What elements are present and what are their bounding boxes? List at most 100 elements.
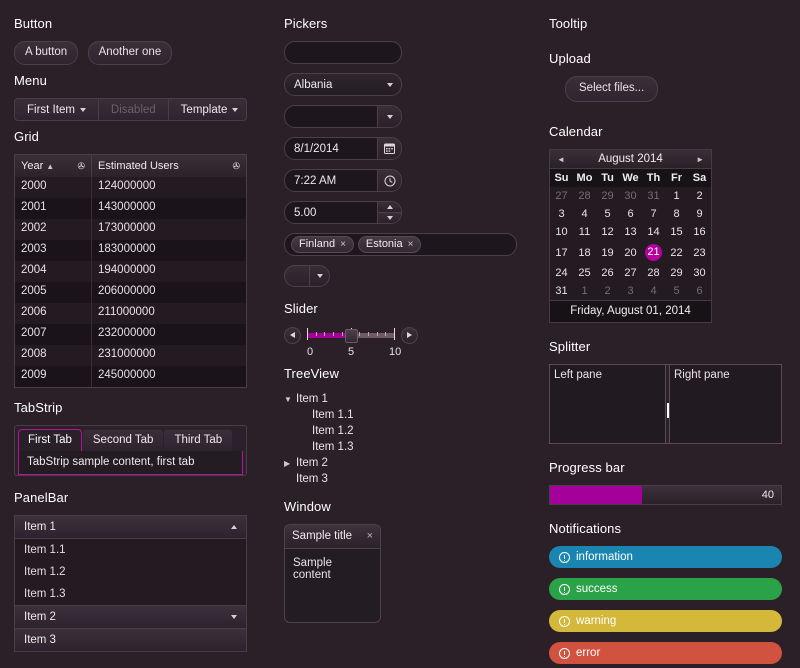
calendar-day-cell[interactable]: 23 <box>688 241 711 264</box>
panelbar-item-3[interactable]: Item 3 <box>15 629 246 651</box>
notification-information[interactable]: information <box>549 546 782 568</box>
a-button[interactable]: A button <box>14 41 79 65</box>
panelbar-item-1[interactable]: Item 1 <box>15 516 246 539</box>
calendar-day-cell[interactable]: 2 <box>596 282 619 300</box>
treeview-node-item-2[interactable]: ▶ Item 2 <box>284 455 521 471</box>
datepicker-value[interactable]: 8/1/2014 <box>285 138 377 159</box>
calendar-day-cell[interactable]: 1 <box>665 187 688 205</box>
numerictextbox-value[interactable]: 5.00 <box>285 202 377 223</box>
calendar-day-cell[interactable]: 25 <box>573 264 596 282</box>
calendar-day-cell[interactable]: 6 <box>688 282 711 300</box>
calendar-day-cell[interactable]: 14 <box>642 223 665 241</box>
calendar-day-cell[interactable]: 2 <box>688 187 711 205</box>
treeview-node-item-1[interactable]: ▼ Item 1 <box>284 391 521 407</box>
table-row[interactable]: 2007 232000000 <box>15 324 246 345</box>
menu-item-template[interactable]: Template <box>169 99 246 120</box>
combobox-toggle-button[interactable] <box>377 106 401 127</box>
combobox-widget[interactable] <box>284 105 402 128</box>
spinner-up-button[interactable] <box>378 202 401 213</box>
calendar-month-title[interactable]: August 2014 <box>598 153 663 165</box>
numerictextbox-widget[interactable]: 5.00 <box>284 201 402 224</box>
close-icon[interactable]: × <box>408 239 414 250</box>
panelbar-subitem-1-2[interactable]: Item 1.2 <box>15 561 246 583</box>
calendar-day-cell[interactable]: 22 <box>665 241 688 264</box>
expand-arrow-icon[interactable]: ▶ <box>284 459 296 468</box>
calendar-day-cell[interactable]: 8 <box>665 205 688 223</box>
calendar-day-cell[interactable]: 16 <box>688 223 711 241</box>
calendar-day-cell[interactable]: 28 <box>573 187 596 205</box>
window-titlebar[interactable]: Sample title × <box>285 525 380 549</box>
slider-increase-button[interactable] <box>401 326 418 344</box>
tab-second[interactable]: Second Tab <box>82 429 164 451</box>
combobox-value[interactable] <box>285 106 377 127</box>
table-row[interactable]: 2002 173000000 <box>15 219 246 240</box>
calendar-day-cell[interactable]: 17 <box>550 241 573 264</box>
filter-icon[interactable]: ✇ <box>232 161 240 172</box>
calendar-day-cell[interactable]: 30 <box>688 264 711 282</box>
panelbar-subitem-1-1[interactable]: Item 1.1 <box>15 539 246 561</box>
multiselect-chip-finland[interactable]: Finland × <box>291 236 354 253</box>
timepicker-widget[interactable]: 7:22 AM <box>284 169 402 192</box>
calendar-day-cell[interactable]: 31 <box>550 282 573 300</box>
split-button-arrow[interactable] <box>309 266 329 286</box>
table-row[interactable]: 2004 194000000 <box>15 261 246 282</box>
spinner-down-button[interactable] <box>378 213 401 223</box>
select-files-button[interactable]: Select files... <box>565 76 659 102</box>
tab-first[interactable]: First Tab <box>18 429 82 451</box>
table-row[interactable]: 2005 206000000 <box>15 282 246 303</box>
clock-icon[interactable] <box>377 170 401 191</box>
notification-success[interactable]: success <box>549 578 782 600</box>
treeview-node-item-3[interactable]: Item 3 <box>284 471 521 487</box>
calendar-day-cell[interactable]: 28 <box>642 264 665 282</box>
close-icon[interactable]: × <box>340 239 346 250</box>
calendar-day-cell[interactable]: 29 <box>596 187 619 205</box>
calendar-day-cell[interactable]: 12 <box>596 223 619 241</box>
calendar-day-cell[interactable]: 15 <box>665 223 688 241</box>
table-row[interactable]: 2000 124000000 <box>15 177 246 198</box>
multiselect-widget[interactable]: Finland × Estonia × <box>284 233 517 256</box>
filter-icon[interactable]: ✇ <box>77 161 85 172</box>
panelbar-item-2[interactable]: Item 2 <box>15 605 246 629</box>
panelbar-subitem-1-3[interactable]: Item 1.3 <box>15 583 246 605</box>
calendar-day-cell[interactable]: 3 <box>550 205 573 223</box>
table-row[interactable]: 2006 211000000 <box>15 303 246 324</box>
timepicker-value[interactable]: 7:22 AM <box>285 170 377 191</box>
grid-column-header-year[interactable]: Year ▲ ✇ <box>15 155 92 177</box>
collapse-arrow-icon[interactable]: ▼ <box>284 395 296 404</box>
calendar-day-cell[interactable]: 20 <box>619 241 642 264</box>
split-button-main[interactable] <box>285 266 309 286</box>
close-icon[interactable]: × <box>367 530 373 542</box>
treeview-node-item-1-3[interactable]: Item 1.3 <box>284 439 521 455</box>
grid-column-header-users[interactable]: Estimated Users ✇ <box>92 155 246 177</box>
autocomplete-input[interactable] <box>284 41 402 64</box>
calendar-day-cell[interactable]: 10 <box>550 223 573 241</box>
datepicker-widget[interactable]: 8/1/2014 <box>284 137 402 160</box>
treeview-node-item-1-2[interactable]: Item 1.2 <box>284 423 521 439</box>
table-row[interactable]: 2001 143000000 <box>15 198 246 219</box>
slider-track[interactable] <box>307 326 395 344</box>
calendar-day-cell[interactable]: 5 <box>665 282 688 300</box>
calendar-day-cell[interactable]: 27 <box>619 264 642 282</box>
dropdownlist-select[interactable]: Albania <box>284 73 402 96</box>
calendar-day-cell[interactable]: 1 <box>573 282 596 300</box>
table-row[interactable]: 2008 231000000 <box>15 345 246 366</box>
next-month-icon[interactable]: ► <box>696 155 704 164</box>
calendar-day-cell[interactable]: 26 <box>596 264 619 282</box>
split-button[interactable] <box>284 265 330 287</box>
another-one-button[interactable]: Another one <box>87 41 173 65</box>
calendar-day-cell[interactable]: 24 <box>550 264 573 282</box>
calendar-day-cell[interactable]: 13 <box>619 223 642 241</box>
calendar-day-cell[interactable]: 5 <box>596 205 619 223</box>
tab-third[interactable]: Third Tab <box>164 429 233 451</box>
calendar-day-cell[interactable]: 9 <box>688 205 711 223</box>
splitter-drag-handle[interactable] <box>665 365 670 443</box>
calendar-icon[interactable] <box>377 138 401 159</box>
calendar-day-cell[interactable]: 31 <box>642 187 665 205</box>
calendar-day-cell[interactable]: 6 <box>619 205 642 223</box>
menu-item-first[interactable]: First Item <box>15 99 99 120</box>
calendar-day-cell[interactable]: 11 <box>573 223 596 241</box>
slider-decrease-button[interactable] <box>284 326 301 344</box>
slider-handle[interactable] <box>345 329 358 343</box>
calendar-day-cell[interactable]: 19 <box>596 241 619 264</box>
calendar-day-cell[interactable]: 21 <box>642 241 665 264</box>
